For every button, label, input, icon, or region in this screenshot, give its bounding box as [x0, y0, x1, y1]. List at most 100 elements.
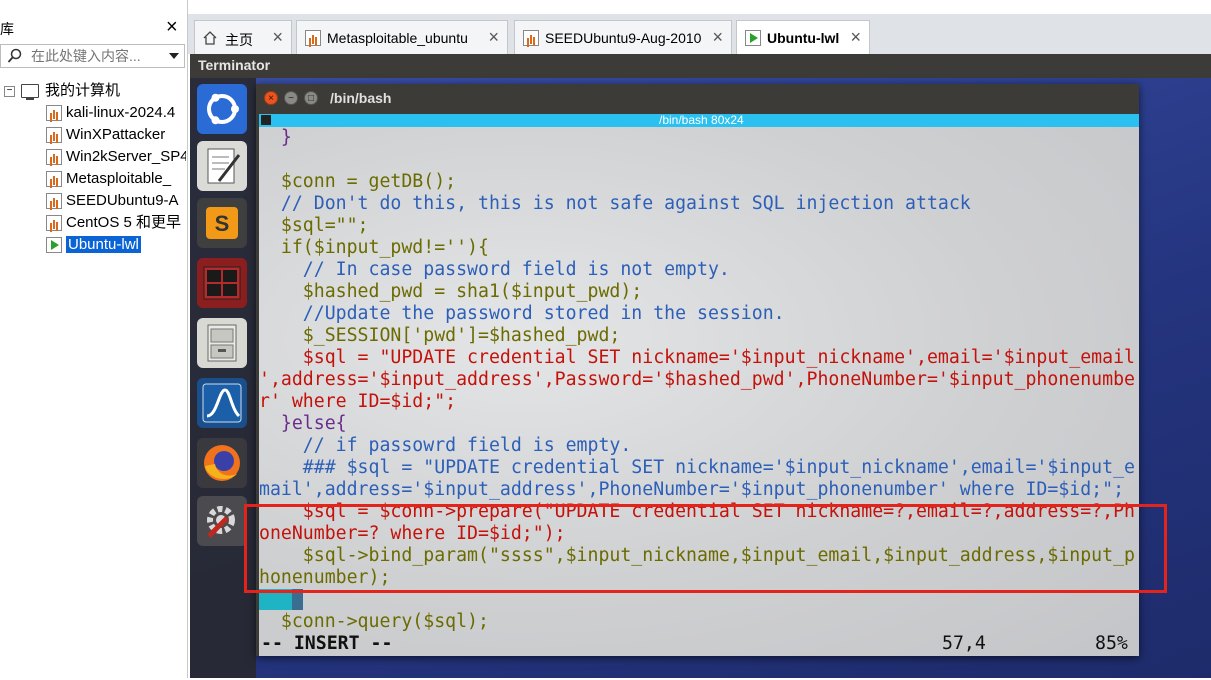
code-line: $sql="";: [259, 215, 369, 236]
library-header: 库 ×: [0, 15, 187, 39]
tree-item-label: Metasploitable_: [66, 170, 172, 187]
svg-text:S: S: [215, 211, 230, 236]
vm-running-icon: [46, 237, 62, 254]
vm-running-icon: [745, 30, 761, 46]
vim-mode: -- INSERT --: [261, 633, 393, 654]
library-panel: 库 × − 我的计算机 kali-linux-2024.4 WinXPattack…: [0, 0, 188, 678]
tree-root[interactable]: − 我的计算机: [4, 80, 120, 102]
tree-item-label: CentOS 5 和更早: [66, 214, 182, 231]
code-line: r' where ID=$id;";: [259, 391, 457, 412]
tree-item-label: kali-linux-2024.4: [66, 104, 176, 121]
wireshark-icon[interactable]: [197, 378, 247, 428]
code-line: ### $sql = "UPDATE credential SET nickna…: [259, 457, 1135, 478]
library-title: 库: [0, 21, 14, 37]
settings-icon[interactable]: [197, 496, 247, 546]
tab-home[interactable]: 主页 ×: [194, 20, 292, 54]
close-icon[interactable]: ×: [850, 27, 861, 48]
text-editor-icon[interactable]: [197, 141, 247, 191]
code-line: ',address='$input_address',Password='$ha…: [259, 369, 1135, 390]
tree-item[interactable]: CentOS 5 和更早: [46, 212, 181, 234]
code-line: honenumber);: [259, 567, 391, 588]
unity-launcher: S: [190, 78, 256, 678]
tree-item-label: WinXPattacker: [66, 126, 166, 143]
code-line: mail',address='$input_address',PhoneNumb…: [259, 479, 1125, 500]
library-tree: − 我的计算机 kali-linux-2024.4 WinXPattacker W…: [0, 80, 186, 680]
vm-icon: [46, 105, 62, 122]
close-icon[interactable]: ×: [488, 27, 499, 48]
grid-icon[interactable]: [261, 115, 271, 125]
ubuntu-logo-icon[interactable]: [197, 84, 247, 134]
close-icon[interactable]: ×: [712, 27, 723, 48]
close-window-icon[interactable]: ×: [264, 91, 278, 105]
tree-item-label: Ubuntu-lwl: [66, 236, 141, 253]
chevron-down-icon[interactable]: [169, 53, 179, 59]
code-line: //Update the password stored in the sess…: [259, 303, 785, 324]
terminal-geometry: /bin/bash 80x24: [659, 113, 744, 127]
code-line: $conn->query($sql);: [259, 611, 489, 632]
vm-display[interactable]: Terminator S × − □ /bin/bash /bin/bash 8…: [190, 54, 1211, 678]
vim-status-line: -- INSERT -- 57,4 85%: [259, 633, 1139, 655]
tree-item[interactable]: Metasploitable_: [46, 168, 171, 190]
terminal-body[interactable]: } $conn = getDB(); // Don't do this, thi…: [259, 127, 1139, 656]
code-line: if($input_pwd!=''){: [259, 237, 489, 258]
tab-label: SEEDUbuntu9-Aug-2010: [545, 30, 702, 46]
code-line: }: [259, 589, 1135, 611]
collapse-icon[interactable]: −: [4, 85, 15, 97]
library-search-input[interactable]: [31, 47, 161, 65]
tree-item-label: Win2kServer_SP4: [66, 148, 186, 165]
library-search[interactable]: [0, 44, 185, 68]
search-icon: [7, 48, 22, 63]
code-line: // if passowrd field is empty.: [259, 435, 632, 456]
vm-icon: [46, 149, 62, 166]
code-line: }: [259, 127, 292, 148]
tab-label: 主页: [225, 32, 253, 48]
tree-item-label: SEEDUbuntu9-A: [66, 192, 179, 209]
terminal-titlebar[interactable]: × − □ /bin/bash: [256, 84, 1139, 114]
tab-ubuntu-lwl[interactable]: Ubuntu-lwl ×: [736, 20, 870, 54]
home-icon: [203, 31, 217, 45]
tab-metasploitable[interactable]: Metasploitable_ubuntu ×: [296, 20, 508, 54]
code-line: $conn = getDB();: [259, 171, 457, 192]
computer-icon: [21, 84, 39, 101]
tab-label: Metasploitable_ubuntu: [327, 30, 468, 46]
firefox-icon[interactable]: [197, 438, 247, 488]
active-app-title: Terminator: [198, 57, 271, 73]
tab-bar: 主页 × Metasploitable_ubuntu × SEEDUbuntu9…: [188, 14, 1211, 54]
code-line: oneNumber=? where ID=$id;");: [259, 523, 566, 544]
vm-icon: [46, 193, 62, 210]
tree-item[interactable]: kali-linux-2024.4: [46, 102, 175, 124]
code-line: // Don't do this, this is not safe again…: [259, 193, 971, 214]
text-cursor: [291, 589, 303, 610]
minimize-window-icon[interactable]: −: [284, 91, 298, 105]
code-line: $sql = $conn->prepare("UPDATE credential…: [259, 501, 1135, 522]
terminal-title: /bin/bash: [330, 90, 392, 106]
code-line: // In case password field is not empty.: [259, 259, 730, 280]
tree-item-selected[interactable]: Ubuntu-lwl: [46, 234, 141, 256]
terminator-icon[interactable]: [197, 258, 247, 308]
vm-icon: [523, 30, 539, 46]
vm-icon: [46, 171, 62, 188]
maximize-window-icon[interactable]: □: [304, 91, 318, 105]
terminal-window[interactable]: × − □ /bin/bash /bin/bash 80x24 } $conn …: [256, 84, 1139, 656]
tab-label: Ubuntu-lwl: [767, 30, 840, 46]
tree-item[interactable]: WinXPattacker: [46, 124, 165, 146]
tree-root-label: 我的计算机: [45, 82, 121, 99]
scroll-percent: 85%: [1095, 633, 1128, 654]
terminal-pane-header[interactable]: /bin/bash 80x24: [259, 113, 1139, 127]
tab-seedubuntu[interactable]: SEEDUbuntu9-Aug-2010 ×: [514, 20, 732, 54]
close-icon[interactable]: ×: [166, 15, 178, 39]
tree-item[interactable]: Win2kServer_SP4: [46, 146, 186, 168]
vim-buffer[interactable]: } $conn = getDB(); // Don't do this, thi…: [259, 127, 1135, 633]
code-line: }else{: [259, 413, 347, 434]
vm-icon: [46, 215, 62, 232]
tree-item[interactable]: SEEDUbuntu9-A: [46, 190, 179, 212]
code-line: $hashed_pwd = sha1($input_pwd);: [259, 281, 643, 302]
ubuntu-top-bar: Terminator: [190, 54, 1211, 78]
vm-icon: [46, 127, 62, 144]
file-cabinet-icon[interactable]: [197, 318, 247, 368]
cursor-position: 57,4: [942, 633, 986, 654]
close-icon[interactable]: ×: [272, 27, 283, 48]
code-line: $_SESSION['pwd']=$hashed_pwd;: [259, 325, 621, 346]
sublime-text-icon[interactable]: S: [197, 198, 247, 248]
